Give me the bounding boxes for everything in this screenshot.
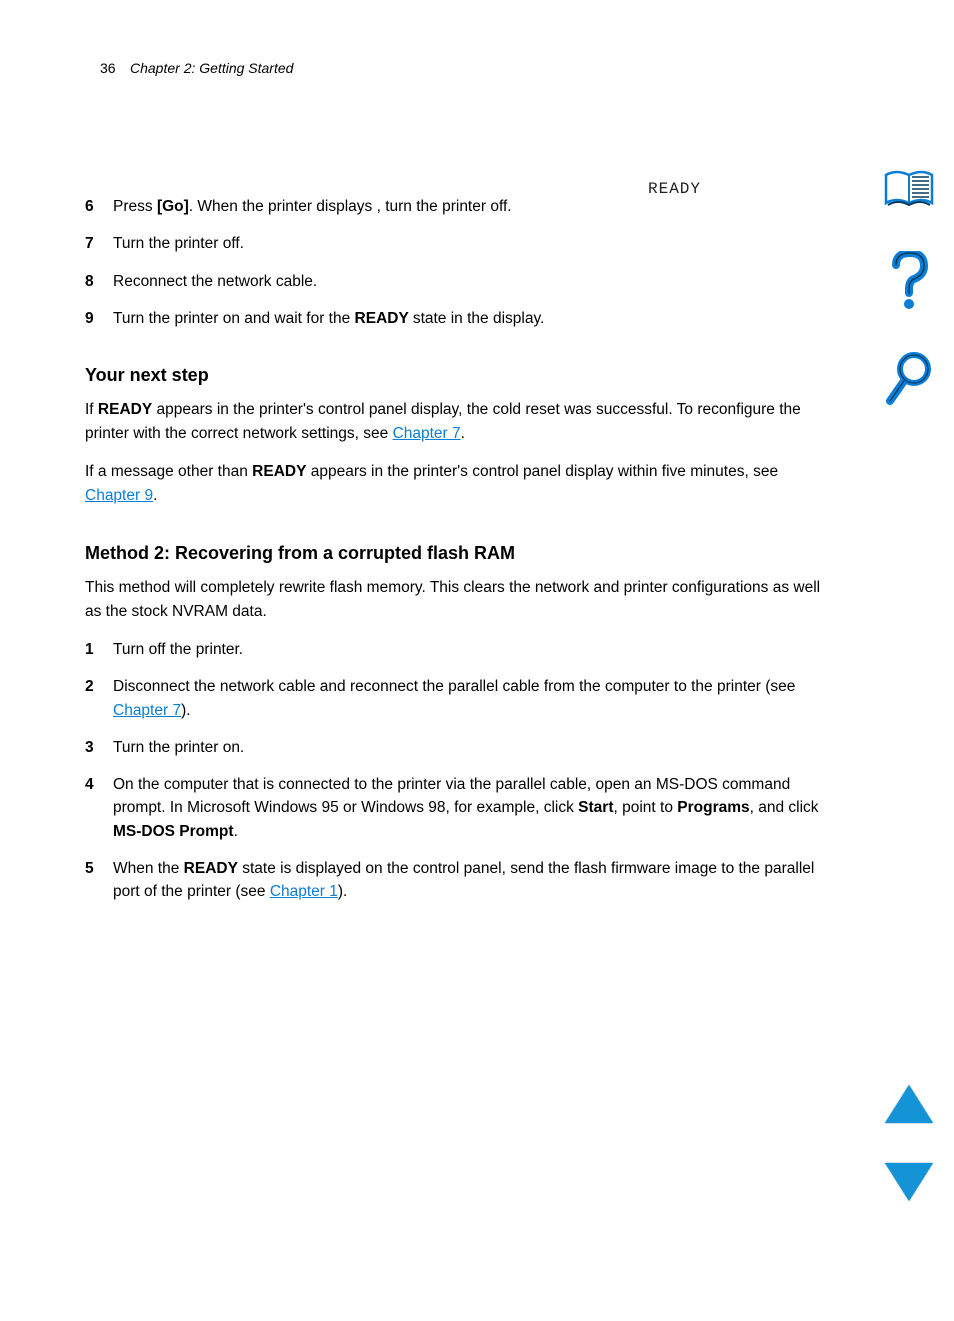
para-next-step-2: If a message other than READY appears in… bbox=[85, 460, 825, 508]
text: , turn the printer off. bbox=[377, 198, 512, 215]
method2-step-1: 1 Turn off the printer. bbox=[85, 638, 825, 661]
bold-text: MS-DOS Prompt bbox=[113, 823, 234, 840]
next-page-icon[interactable] bbox=[885, 1163, 933, 1201]
step-text: Turn off the printer. bbox=[113, 638, 825, 661]
bold-text: [Go] bbox=[157, 198, 189, 215]
text: . bbox=[461, 425, 465, 442]
bold-text: READY bbox=[98, 401, 152, 418]
step-text: On the computer that is connected to the… bbox=[113, 773, 825, 843]
method2-step-4: 4 On the computer that is connected to t… bbox=[85, 773, 825, 843]
text: When the bbox=[113, 860, 184, 877]
step-text: Disconnect the network cable and reconne… bbox=[113, 675, 825, 722]
method2-step-2: 2 Disconnect the network cable and recon… bbox=[85, 675, 825, 722]
method2-step-5: 5 When the READY state is displayed on t… bbox=[85, 857, 825, 904]
step-8: 8 Reconnect the network cable. bbox=[85, 270, 825, 293]
text: . bbox=[234, 823, 238, 840]
text: ). bbox=[338, 883, 347, 900]
text: If a message other than bbox=[85, 463, 252, 480]
step-text: When the READY state is displayed on the… bbox=[113, 857, 825, 904]
help-icon[interactable] bbox=[888, 251, 930, 311]
step-text: Turn the printer off. bbox=[113, 232, 825, 255]
method2-step-3: 3 Turn the printer on. bbox=[85, 736, 825, 759]
link-chapter-9[interactable]: Chapter 9 bbox=[85, 487, 153, 504]
step-number: 5 bbox=[85, 857, 113, 880]
step-number: 9 bbox=[85, 307, 113, 330]
text: If bbox=[85, 401, 98, 418]
para-next-step-1: If READY appears in the printer's contro… bbox=[85, 398, 825, 446]
text: Press bbox=[113, 198, 157, 215]
step-7: 7 Turn the printer off. bbox=[85, 232, 825, 255]
step-9: 9 Turn the printer on and wait for the R… bbox=[85, 307, 825, 330]
step-number: 6 bbox=[85, 195, 113, 218]
text: , point to bbox=[614, 799, 678, 816]
search-icon[interactable] bbox=[884, 351, 934, 409]
page-title: Chapter 2: Getting Started bbox=[130, 60, 293, 76]
bold-text: READY bbox=[355, 310, 413, 327]
text: , and click bbox=[750, 799, 819, 816]
link-chapter-1[interactable]: Chapter 1 bbox=[270, 883, 338, 900]
steps-list-a: 6 Press [Go]. When the printer displays … bbox=[85, 195, 825, 330]
step-number: 3 bbox=[85, 736, 113, 759]
bold-text: READY bbox=[252, 463, 306, 480]
bold-text: READY bbox=[184, 860, 238, 877]
sidebar-tools bbox=[879, 165, 939, 409]
page-number: 36 bbox=[100, 60, 116, 76]
link-chapter-7b[interactable]: Chapter 7 bbox=[113, 702, 181, 719]
heading-next-step: Your next step bbox=[85, 365, 825, 386]
nav-arrows bbox=[879, 1085, 939, 1201]
book-icon[interactable] bbox=[882, 165, 936, 211]
heading-method-2: Method 2: Recovering from a corrupted fl… bbox=[85, 543, 825, 564]
step-text: Turn the printer on and wait for the REA… bbox=[113, 307, 825, 330]
text: Disconnect the network cable and reconne… bbox=[113, 678, 795, 695]
link-chapter-7[interactable]: Chapter 7 bbox=[393, 425, 461, 442]
step-text: Turn the printer on. bbox=[113, 736, 825, 759]
step-number: 1 bbox=[85, 638, 113, 661]
step-number: 7 bbox=[85, 232, 113, 255]
para-method2-intro: This method will completely rewrite flas… bbox=[85, 576, 825, 624]
step-text: Reconnect the network cable. bbox=[113, 270, 825, 293]
bold-text: Start bbox=[578, 799, 613, 816]
bold-text: Programs bbox=[677, 799, 749, 816]
step-6: 6 Press [Go]. When the printer displays … bbox=[85, 195, 825, 218]
text: state in the display. bbox=[413, 310, 545, 327]
main-content: 6 Press [Go]. When the printer displays … bbox=[85, 95, 825, 917]
text: ). bbox=[181, 702, 190, 719]
step-number: 8 bbox=[85, 270, 113, 293]
step-text: Press [Go]. When the printer displays , … bbox=[113, 195, 825, 218]
text: . When the printer displays bbox=[189, 198, 377, 215]
step-number: 2 bbox=[85, 675, 113, 698]
prev-page-icon[interactable] bbox=[885, 1085, 933, 1123]
step-number: 4 bbox=[85, 773, 113, 796]
text: . bbox=[153, 487, 157, 504]
text: Turn the printer on and wait for the bbox=[113, 310, 355, 327]
text: appears in the printer's control panel d… bbox=[306, 463, 778, 480]
